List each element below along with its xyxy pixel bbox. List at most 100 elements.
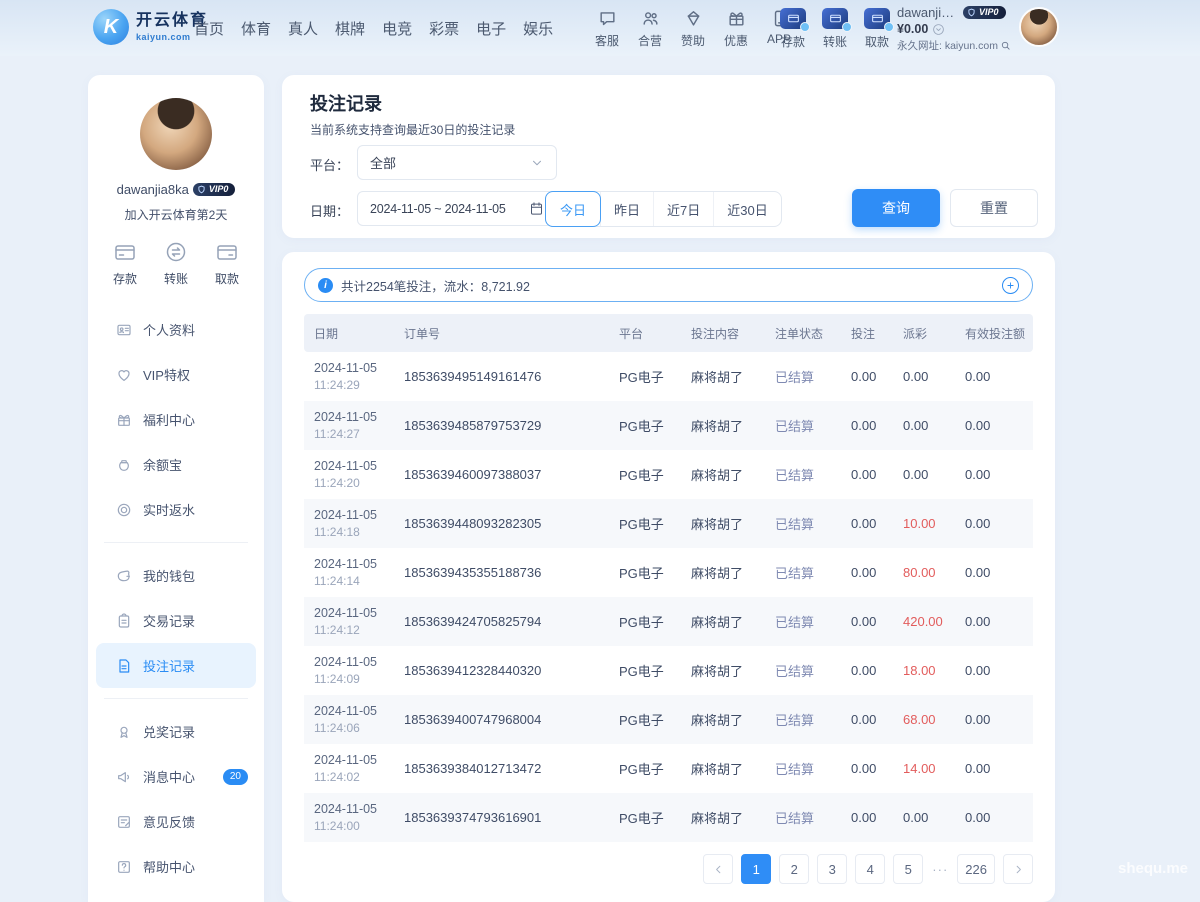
sidebar-item-wallet[interactable]: 我的钱包 (88, 553, 264, 598)
withdraw-badge-icon (884, 22, 894, 32)
cell-bet: 0.00 (851, 565, 903, 580)
balance-chevron-icon[interactable] (932, 23, 945, 36)
prev-page-button[interactable] (703, 854, 733, 884)
transfer-label: 转账 (823, 33, 847, 50)
chat-icon (598, 8, 617, 28)
sidebar-item-prizes[interactable]: 兑奖记录 (88, 709, 264, 754)
cell-order: 1853639384012713472 (404, 761, 619, 776)
col-header: 平台 (619, 325, 691, 342)
rebate-label: 实时返水 (143, 500, 195, 519)
range-近7日[interactable]: 近7日 (653, 192, 713, 226)
sidebar-item-messages[interactable]: 消息中心20 (88, 754, 264, 799)
withdraw-label: 取款 (215, 270, 239, 287)
sidebar-item-bet-records[interactable]: 投注记录 (96, 643, 256, 688)
cell-platform: PG电子 (619, 416, 691, 435)
profile-avatar[interactable] (140, 98, 212, 170)
nav-item-live[interactable]: 真人 (288, 18, 318, 39)
cell-date: 2024-11-0511:24:18 (304, 508, 404, 539)
nav-item-esports[interactable]: 电竞 (382, 18, 412, 39)
cell-payout: 10.00 (903, 516, 965, 531)
cell-status: 已结算 (775, 759, 851, 778)
withdraw-link[interactable]: 取款 (862, 8, 892, 50)
col-header: 有效投注额 (965, 325, 1033, 342)
cell-bet: 0.00 (851, 516, 903, 531)
sidebar-item-profile[interactable]: 个人资料 (88, 307, 264, 352)
sidebar-item-feedback[interactable]: 意见反馈 (88, 799, 264, 844)
sidebar-item-help[interactable]: 帮助中心 (88, 844, 264, 889)
bet-records-label: 投注记录 (143, 656, 195, 675)
transfer-badge-icon (842, 22, 852, 32)
cell-date: 2024-11-0511:24:14 (304, 557, 404, 588)
range-昨日[interactable]: 昨日 (600, 192, 653, 226)
cell-platform: PG电子 (619, 710, 691, 729)
nav-item-lottery[interactable]: 彩票 (429, 18, 459, 39)
platform-select[interactable]: 全部 (357, 145, 557, 180)
partner-label: 合营 (638, 32, 662, 49)
next-page-button[interactable] (1003, 854, 1033, 884)
sidebar-item-vip[interactable]: VIP特权 (88, 352, 264, 397)
sidebar-item-rebate[interactable]: 实时返水 (88, 487, 264, 532)
nav-item-slots[interactable]: 电子 (476, 18, 506, 39)
user-info[interactable]: dawanjia... VIP0 ¥0.00 永久网址: kaiyun.com (897, 5, 1017, 53)
sidebar-item-welfare[interactable]: 福利中心 (88, 397, 264, 442)
logo[interactable]: K 开云体育 kaiyun.com (93, 9, 208, 45)
page-3[interactable]: 3 (817, 854, 847, 884)
cell-valid: 0.00 (965, 614, 1033, 629)
cell-valid: 0.00 (965, 565, 1033, 580)
feedback-icon (116, 814, 132, 830)
reset-button[interactable]: 重置 (950, 189, 1038, 227)
search-icon[interactable] (1000, 40, 1011, 51)
deposit-label: 存款 (781, 33, 805, 50)
sidebar-item-transactions[interactable]: 交易记录 (88, 598, 264, 643)
nav-item-home[interactable]: 首页 (194, 18, 224, 39)
sidebar-item-yuebao[interactable]: 余额宝 (88, 442, 264, 487)
menu-group-2: 我的钱包交易记录投注记录 (88, 551, 264, 690)
bet-table: 日期订单号平台投注内容注单状态投注派彩有效投注额 2024-11-0511:24… (304, 314, 1033, 842)
cell-payout: 18.00 (903, 663, 965, 678)
avatar[interactable] (1019, 7, 1059, 47)
page-4[interactable]: 4 (855, 854, 885, 884)
range-近30日[interactable]: 近30日 (713, 192, 780, 226)
table-row: 2024-11-0511:24:201853639460097388037PG电… (304, 450, 1033, 499)
row-time: 11:24:09 (314, 672, 404, 686)
service-link[interactable]: 客服 (592, 8, 622, 49)
nav-item-chess[interactable]: 棋牌 (335, 18, 365, 39)
sidebar-action-withdraw[interactable]: 取款 (215, 240, 239, 287)
nav-item-sports[interactable]: 体育 (241, 18, 271, 39)
pot-icon (116, 457, 132, 473)
page-1[interactable]: 1 (741, 854, 771, 884)
page-226[interactable]: 226 (957, 854, 995, 884)
cell-payout: 80.00 (903, 565, 965, 580)
range-今日[interactable]: 今日 (545, 191, 601, 227)
withdraw-icon (215, 240, 239, 264)
search-button[interactable]: 查询 (852, 189, 940, 227)
transfer-label: 转账 (164, 270, 188, 287)
cell-bet: 0.00 (851, 663, 903, 678)
date-quick-ranges: 今日昨日近7日近30日 (545, 191, 782, 227)
gift-icon (727, 8, 746, 28)
nav-item-entertainment[interactable]: 娱乐 (523, 18, 553, 39)
cell-content: 麻将胡了 (691, 612, 775, 631)
date-range-input[interactable]: 2024-11-05 ~ 2024-11-05 (357, 191, 557, 226)
transfer-link[interactable]: 转账 (820, 8, 850, 50)
betrecord-icon (116, 658, 132, 674)
page-2[interactable]: 2 (779, 854, 809, 884)
cell-order: 1853639460097388037 (404, 467, 619, 482)
partner-link[interactable]: 合营 (635, 8, 665, 49)
megaphone-icon (116, 769, 132, 785)
cell-platform: PG电子 (619, 367, 691, 386)
sponsor-link[interactable]: 赞助 (678, 8, 708, 49)
deposit-link[interactable]: 存款 (778, 8, 808, 50)
sidebar-action-deposit[interactable]: 存款 (113, 240, 137, 287)
yuebao-label: 余额宝 (143, 455, 182, 474)
cell-date: 2024-11-0511:24:00 (304, 802, 404, 833)
join-days-text: 加入开云体育第2天 (88, 206, 264, 223)
cell-bet: 0.00 (851, 614, 903, 629)
promo-link[interactable]: 优惠 (721, 8, 751, 49)
sidebar-action-transfer[interactable]: 转账 (164, 240, 188, 287)
welfare-label: 福利中心 (143, 410, 195, 429)
cell-platform: PG电子 (619, 563, 691, 582)
page-5[interactable]: 5 (893, 854, 923, 884)
expand-plus-icon[interactable] (1002, 277, 1019, 294)
row-time: 11:24:00 (314, 819, 404, 833)
